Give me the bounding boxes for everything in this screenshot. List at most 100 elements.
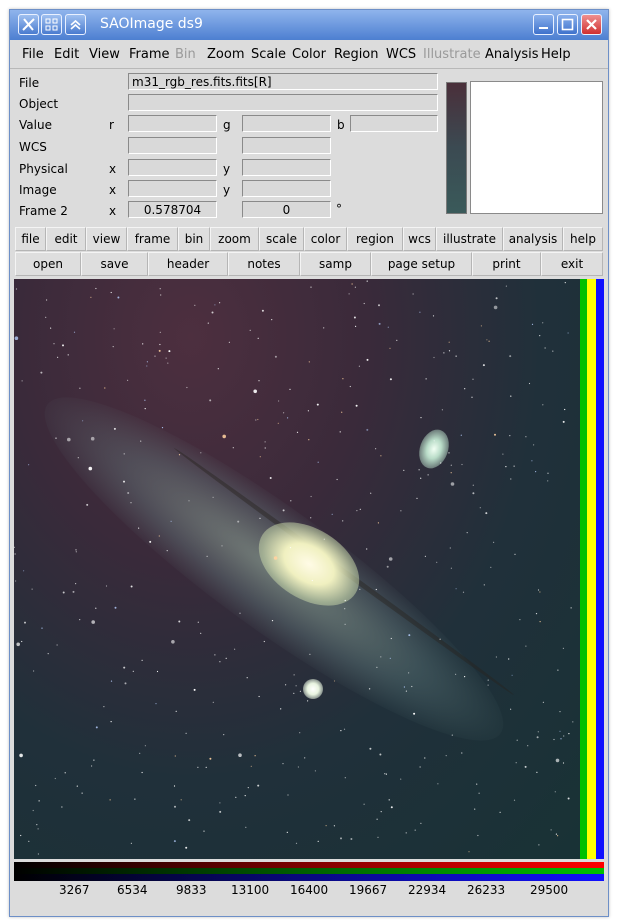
button-region[interactable]: region [347, 227, 403, 251]
button-print[interactable]: print [472, 252, 541, 276]
menu-frame[interactable]: Frame [129, 47, 170, 62]
star [559, 711, 561, 713]
image-canvas[interactable] [14, 279, 604, 859]
star [494, 433, 496, 436]
button-wcs[interactable]: wcs [403, 227, 436, 251]
button-notes[interactable]: notes [228, 252, 300, 276]
star [336, 478, 338, 481]
star [110, 291, 112, 294]
chevron-up-icon[interactable] [65, 14, 86, 35]
star [537, 731, 539, 733]
star [310, 517, 312, 519]
star [36, 824, 38, 826]
image-edge-yellow-stripe [587, 279, 596, 859]
star [525, 436, 527, 438]
star [175, 710, 177, 712]
star [555, 758, 560, 763]
menu-illustrate[interactable]: Illustrate [423, 47, 481, 62]
star [188, 819, 191, 822]
button-zoom[interactable]: zoom [210, 227, 259, 251]
star [130, 842, 132, 844]
minimize-icon[interactable] [533, 14, 554, 35]
star [23, 570, 25, 572]
star [33, 670, 35, 672]
button-analysis[interactable]: analysis [503, 227, 563, 251]
star [21, 640, 23, 643]
menu-bin[interactable]: Bin [175, 47, 196, 62]
button-illustrate[interactable]: illustrate [436, 227, 503, 251]
star [349, 385, 351, 388]
star [369, 747, 372, 750]
menu-help[interactable]: Help [541, 47, 571, 62]
star [123, 480, 125, 483]
star [333, 680, 336, 682]
star [244, 795, 246, 797]
menu-file[interactable]: File [22, 47, 44, 62]
star [485, 512, 488, 515]
star [259, 456, 261, 458]
star [258, 380, 260, 382]
star [285, 684, 287, 686]
star [358, 365, 360, 367]
star [340, 837, 342, 840]
star [370, 492, 372, 494]
button-bin[interactable]: bin [178, 227, 210, 251]
button-save[interactable]: save [81, 252, 148, 276]
button-help[interactable]: help [563, 227, 603, 251]
star [278, 400, 280, 402]
star [104, 387, 106, 389]
star [14, 336, 19, 340]
menu-region[interactable]: Region [334, 47, 379, 62]
star [55, 437, 57, 439]
star [375, 588, 377, 591]
star [282, 763, 284, 765]
star [570, 607, 572, 609]
button-open[interactable]: open [15, 252, 81, 276]
colorbar[interactable] [14, 862, 604, 881]
menu-edit[interactable]: Edit [54, 47, 79, 62]
star [146, 361, 148, 363]
star [339, 431, 341, 433]
button-page-setup[interactable]: page setup [371, 252, 472, 276]
menu-wcs[interactable]: WCS [386, 47, 416, 62]
button-view[interactable]: view [86, 227, 127, 251]
star [449, 547, 451, 549]
button-file[interactable]: file [15, 227, 46, 251]
star [159, 343, 161, 346]
menu-scale[interactable]: Scale [251, 47, 286, 62]
button-exit[interactable]: exit [541, 252, 603, 276]
button-edit[interactable]: edit [46, 227, 86, 251]
close-icon[interactable] [581, 14, 602, 35]
star [110, 721, 112, 723]
star [531, 460, 533, 462]
star [53, 343, 55, 345]
star [509, 355, 512, 358]
grid-icon[interactable] [41, 14, 62, 35]
star [323, 538, 325, 540]
star [510, 708, 512, 710]
maximize-icon[interactable] [557, 14, 578, 35]
star [194, 304, 196, 306]
menu-zoom[interactable]: Zoom [207, 47, 244, 62]
menu-analysis[interactable]: Analysis [485, 47, 539, 62]
panner-thumbnail[interactable] [446, 82, 467, 214]
star [62, 344, 64, 347]
star [79, 619, 81, 621]
menu-color[interactable]: Color [292, 47, 326, 62]
star [46, 299, 48, 301]
star [54, 777, 56, 780]
star [411, 685, 413, 688]
star [317, 840, 319, 843]
button-header[interactable]: header [148, 252, 228, 276]
button-frame[interactable]: frame [127, 227, 178, 251]
buttonbar-sub: open save header notes samp page setup p… [15, 252, 603, 276]
star [211, 311, 214, 314]
menu-view[interactable]: View [89, 47, 120, 62]
star [508, 658, 510, 660]
button-scale[interactable]: scale [259, 227, 304, 251]
star [387, 326, 389, 328]
button-samp[interactable]: samp [300, 252, 371, 276]
button-color[interactable]: color [304, 227, 347, 251]
x-logo-icon[interactable] [18, 14, 39, 35]
star [483, 584, 485, 586]
